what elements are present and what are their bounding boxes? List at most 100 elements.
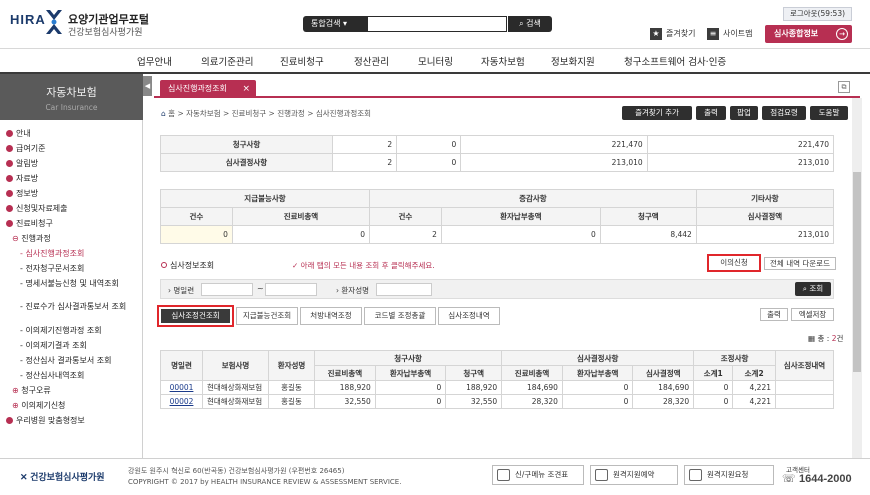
tab-review-progress[interactable]: 심사진행과정조회 × [160, 80, 256, 98]
sidebar-sub-e-claim[interactable]: - 전자청구문서조회 [20, 263, 84, 274]
footer-button-label: 원격지원예약 [613, 470, 655, 479]
table-cell: 0 [693, 380, 734, 395]
column-header: 소계2 [732, 365, 776, 381]
nav-item[interactable]: 정보화지원 [551, 54, 595, 68]
sidebar-sub-objection[interactable]: ⊕ 이의제기신청 [12, 400, 65, 411]
breadcrumb: ⌂ 홈 > 자동차보험 > 진료비청구 > 진행과정 > 심사진행과정조회 [161, 108, 371, 119]
sidebar-sub-claim-error[interactable]: ⊕ 청구오류 [12, 385, 51, 396]
popup-button[interactable]: 팝업 [730, 106, 758, 120]
favorites-link[interactable]: ★ 즐겨찾기 [650, 27, 695, 41]
sidebar-item-benefit[interactable]: 급여기준 [6, 143, 45, 154]
sidebar-item-label: 신청및자료제출 [16, 204, 68, 213]
sidebar-item-label: 명세서불능신청 및 내역조회 [25, 279, 119, 288]
column-header: 건수 [369, 207, 442, 226]
favorites-label: 즐겨찾기 [666, 29, 696, 38]
sidebar-item-custom-info[interactable]: 우리병원 맞춤형정보 [6, 415, 85, 426]
hira-logo-text[interactable]: HIRA [10, 12, 46, 27]
remote-request-button[interactable]: 원격지원요청 [684, 465, 774, 485]
sidebar-sub-settlement-notice[interactable]: - 정산심사 결과통보서 조회 [20, 355, 111, 366]
sidebar-sub-settlement-detail[interactable]: - 정산심사내역조회 [20, 370, 84, 381]
group-header: 기타사항 [695, 189, 835, 208]
row-link[interactable]: 00001 [170, 383, 194, 392]
sidebar-item-claim[interactable]: 진료비청구 [6, 218, 53, 229]
close-icon[interactable]: × [242, 80, 250, 98]
row-link[interactable]: 00002 [170, 397, 194, 406]
sidebar-item-notice[interactable]: 알림방 [6, 158, 38, 169]
query-button[interactable]: ⌕ 조회 [795, 282, 831, 296]
table-cell: 32,550 [445, 394, 503, 409]
search-scope-select[interactable]: 통합검색 ▾ [303, 16, 367, 32]
hira-logo-icon[interactable] [44, 8, 64, 36]
subtab-adjusted[interactable]: 심사조정건조회 [157, 305, 234, 327]
download-all-button[interactable]: 전체 내역 다운로드 [764, 257, 836, 270]
group-header: 지급불능사항 [160, 189, 370, 208]
search-input[interactable] [367, 16, 507, 32]
window-icon[interactable]: ⧉ [838, 81, 850, 93]
print-button[interactable]: 출력 [696, 106, 726, 120]
sidebar-collapse-button[interactable]: ◀ [143, 76, 152, 96]
footer-button-label: 신/구메뉴 조견표 [515, 470, 569, 479]
sidebar-item-label: 이의제기진행과정 조회 [25, 326, 102, 335]
document-icon [497, 469, 510, 481]
table-cell: 0 [561, 380, 634, 395]
objection-button[interactable]: 이의신청 [707, 254, 761, 272]
nav-item[interactable]: 모니터링 [418, 54, 453, 68]
sidebar-item-data[interactable]: 자료방 [6, 173, 38, 184]
table-cell: 0 [396, 153, 462, 172]
sidebar-item-label: 진료수가 심사결과통보서 조회 [25, 302, 127, 311]
bullet-icon [6, 205, 13, 212]
table-row: 0 0 2 0 8,442 213,010 [160, 225, 835, 244]
filter-label-text: 명일련 [173, 286, 195, 295]
excel-save-button[interactable]: 엑셀저장 [791, 308, 834, 321]
column-header: 보험사명 [202, 350, 269, 381]
sitemap-link[interactable]: ≡ 사이트맵 [707, 27, 752, 41]
remote-reserve-button[interactable]: 원격지원예약 [590, 465, 678, 485]
table-cell [775, 394, 834, 409]
group-header: 증감사항 [369, 189, 697, 208]
search-button[interactable]: ⌕ 검색 [508, 16, 552, 32]
nav-item[interactable]: 청구소프트웨어 검사·인증 [624, 54, 726, 68]
review-info-button[interactable]: 심사종합정보 → [765, 25, 852, 43]
nav-item[interactable]: 의료기준관리 [201, 54, 253, 68]
customer-center-phone: 1644-2000 [799, 473, 852, 485]
help-button[interactable]: 도움말 [810, 106, 848, 120]
add-favorite-button[interactable]: 즐겨찾기 추가 [622, 106, 692, 120]
sidebar-item-info[interactable]: 정보방 [6, 188, 38, 199]
sidebar-sub-result-notice[interactable]: - 진료수가 심사결과통보서 조회 [20, 301, 126, 312]
home-icon[interactable]: ⌂ [161, 109, 166, 118]
nav-item[interactable]: 자동차보험 [481, 54, 525, 68]
table-header-row: 지급불능사항 증감사항 기타사항 [160, 189, 835, 208]
sidebar-sub-review-progress[interactable]: - 심사진행과정조회 [20, 248, 84, 259]
subtab-prescription[interactable]: 처방내역조정 [300, 307, 362, 325]
nav-item[interactable]: 정산관리 [354, 54, 389, 68]
subtab-unpayable[interactable]: 지급불능건조회 [236, 307, 298, 325]
scrollbar-thumb[interactable] [853, 172, 861, 372]
menu-map-button[interactable]: 신/구메뉴 조견표 [492, 465, 584, 485]
sitemap-label: 사이트맵 [723, 29, 753, 38]
footer-address: 강원도 원주시 혁신로 60(반곡동) 건강보험심사평가원 (우편번호 2646… [128, 467, 345, 475]
sidebar-sub-objection-progress[interactable]: - 이의제기진행과정 조회 [20, 325, 102, 336]
subtab-adjust-detail[interactable]: 심사조정내역 [438, 307, 500, 325]
sidebar-item-label: 안내 [16, 129, 31, 138]
list-print-button[interactable]: 출력 [760, 308, 788, 321]
sidebar-item-submit[interactable]: 신청및자료제출 [6, 203, 68, 214]
subtab-code-summary[interactable]: 코드별 조정총괄 [364, 307, 436, 325]
patient-name-input[interactable] [376, 283, 432, 296]
sidebar-sub-progress[interactable]: ⊖ 진행과정 [12, 233, 51, 244]
group-header: 조정사항 [693, 350, 776, 366]
sidebar-sub-unpayable[interactable]: - 명세서불능신청 및 내역조회 [20, 278, 119, 289]
table-cell: 현대해상화재보험 [202, 394, 269, 409]
filter-no-from-input[interactable] [201, 283, 253, 296]
logout-button[interactable]: 로그아웃(59:53) [783, 7, 852, 21]
tab-bar: 심사진행과정조회 × [154, 78, 860, 98]
sidebar-sub-objection-result[interactable]: - 이의제기결과 조회 [20, 340, 87, 351]
sidebar-title: 자동차보험 [46, 86, 97, 99]
nav-item[interactable]: 진료비청구 [280, 54, 324, 68]
nav-item[interactable]: 업무안내 [137, 54, 172, 68]
check-guide-button[interactable]: 점검요령 [762, 106, 806, 120]
filter-no-to-input[interactable] [265, 283, 317, 296]
column-header: 심사결정액 [695, 207, 835, 226]
star-icon: ★ [650, 27, 662, 40]
sidebar-item-guide[interactable]: 안내 [6, 128, 31, 139]
table-cell: 0 [440, 225, 601, 244]
